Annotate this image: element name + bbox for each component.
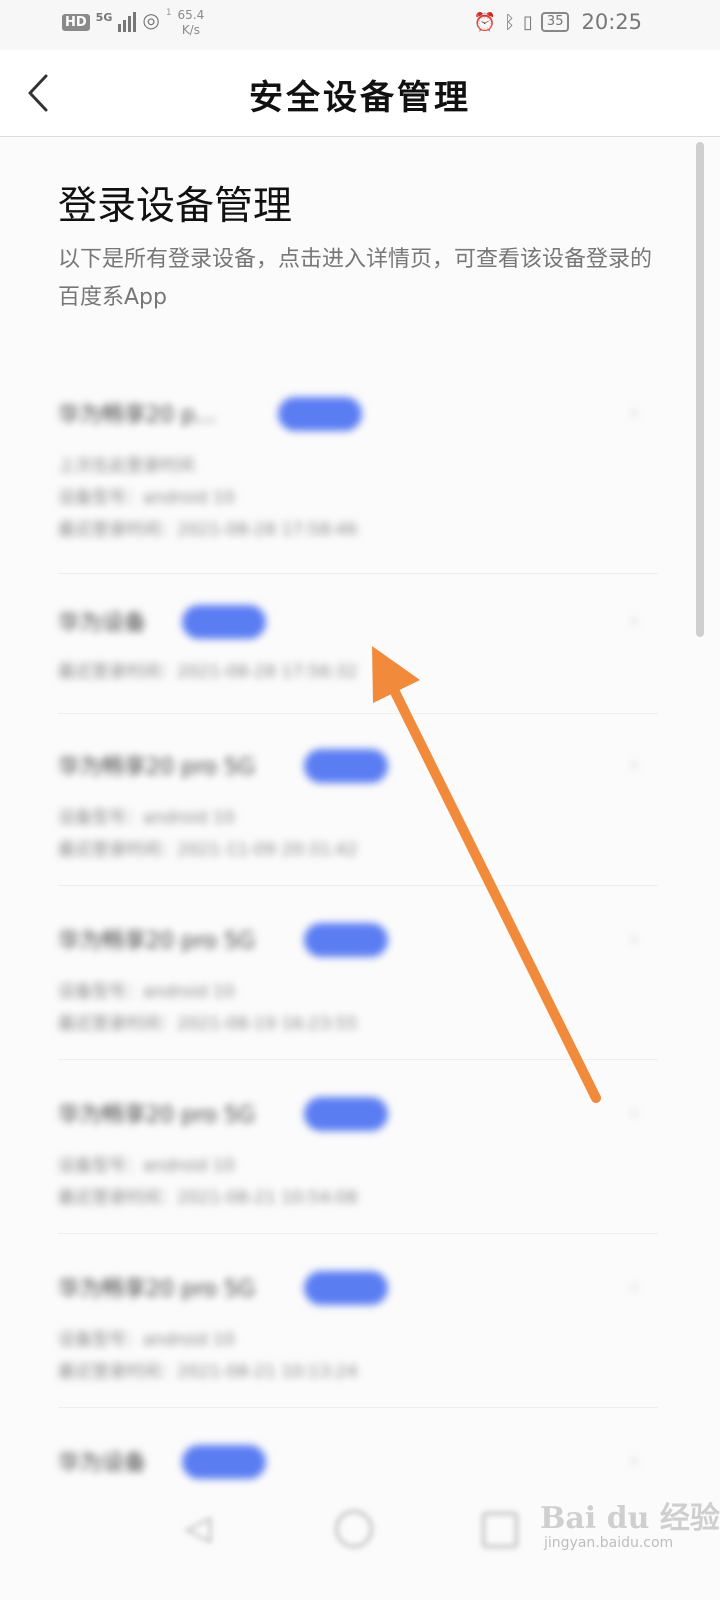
device-tag [304, 923, 388, 957]
scrollbar-thumb[interactable] [696, 142, 704, 637]
nav-recent-icon[interactable] [482, 1512, 518, 1548]
device-info-line: 设备型号：android 10 [58, 1156, 235, 1176]
chevron-right-icon: › [630, 609, 639, 634]
chevron-right-icon: › [630, 1101, 639, 1126]
device-info-line: 设备型号：android 10 [58, 488, 235, 508]
chevron-right-icon: › [630, 753, 639, 778]
watermark-url: jingyan.baidu.com [544, 1535, 674, 1551]
vibrate-icon: ▯ [523, 11, 533, 33]
hotspot-icon: ◎ [142, 8, 160, 32]
chevron-right-icon: › [630, 1275, 639, 1300]
device-info-line: 最近登录时间：2021-11-09 20:31:42 [58, 840, 358, 860]
watermark-logo: Bai du 经验 [540, 1501, 720, 1536]
device-item[interactable]: 华为畅享20 pro 5G 设备型号：android 10 最近登录时间：202… [0, 1271, 720, 1391]
page-title: 安全设备管理 [249, 78, 471, 118]
nav-home-icon[interactable] [335, 1510, 373, 1548]
device-info-line: 最近登录时间：2021-08-21 10:54:08 [58, 1188, 358, 1208]
nav-back-icon[interactable]: ◁ [185, 1508, 211, 1548]
clock: 20:25 [581, 10, 642, 34]
device-tag [182, 1445, 266, 1479]
device-name: 华为设备 [58, 611, 147, 636]
battery-icon: 35 [540, 12, 570, 32]
device-info-line: 最近登录时间：2021-08-21 10:13:24 [58, 1362, 358, 1382]
device-name: 华为畅享20 pro 5G [58, 755, 256, 780]
5g-label: 5G [95, 11, 113, 24]
device-name: 华为畅享20 pro 5G [58, 1277, 256, 1302]
device-tag [182, 605, 266, 639]
signal-bars-icon [118, 10, 137, 32]
section-description: 以下是所有登录设备，点击进入详情页，可查看该设备登录的百度系App [58, 247, 653, 310]
bluetooth-icon: ᛒ [504, 11, 516, 33]
device-info-line: 设备型号：android 10 [58, 1330, 235, 1350]
app-header: 安全设备管理 [0, 50, 720, 137]
speed-value: 65.4 [177, 8, 205, 22]
device-info-line: 设备型号：android 10 [58, 808, 235, 828]
divider [58, 1059, 658, 1060]
network-speed: 65.4 K/s [178, 8, 205, 38]
device-tag [304, 1097, 388, 1131]
divider [58, 573, 658, 574]
watermark: Bai du 经验 jingyan.baidu.com [540, 1493, 720, 1551]
device-item[interactable]: 华为畅享20 pro 5G 设备型号：android 10 最近登录时间：202… [0, 923, 720, 1043]
device-info-line: 设备型号：android 10 [58, 982, 235, 1002]
device-tag [304, 749, 388, 783]
divider [58, 1233, 658, 1234]
status-bar: HD 5G ◎ 1 65.4 K/s ⏰ ᛒ ▯ 35 20:25 [0, 0, 720, 50]
hd-badge: HD [62, 14, 90, 31]
chevron-right-icon: › [630, 1449, 639, 1474]
speed-unit: K/s [181, 23, 200, 37]
device-info-line: 最近登录时间：2021-08-28 17:56:32 [58, 662, 358, 682]
device-item[interactable]: 华为畅享20 pro 5G 设备型号：android 10 最近登录时间：202… [0, 749, 720, 869]
main-content: 登录设备管理 以下是所有登录设备，点击进入详情页，可查看该设备登录的百度系App… [0, 137, 720, 1600]
device-item[interactable]: 华为畅享20 p... 上次在此登录时间 设备型号：android 10 最近登… [0, 397, 720, 567]
chevron-right-icon: › [630, 401, 639, 426]
device-name: 华为畅享20 p... [58, 403, 216, 428]
device-info-line: 最近登录时间：2021-08-19 16:23:55 [58, 1014, 358, 1034]
device-item[interactable]: 华为设备 最近登录时间：2021-08-28 17:56:32 › [0, 605, 720, 695]
device-info-line: 上次在此登录时间 [58, 456, 194, 476]
device-info-line: 最近登录时间：2021-08-28 17:58:46 [58, 520, 358, 540]
divider [58, 713, 658, 714]
section-title: 登录设备管理 [58, 184, 293, 229]
device-tag [278, 397, 362, 431]
divider [58, 885, 658, 886]
status-left: HD 5G ◎ 1 65.4 K/s [62, 8, 204, 38]
divider [58, 1407, 658, 1408]
speed-prefix: 1 [165, 8, 172, 18]
alarm-icon: ⏰ [473, 11, 497, 33]
status-right: ⏰ ᛒ ▯ 35 20:25 [474, 10, 642, 34]
device-name: 华为设备 [58, 1451, 147, 1476]
device-item[interactable]: 华为畅享20 pro 5G 设备型号：android 10 最近登录时间：202… [0, 1097, 720, 1217]
device-tag [304, 1271, 388, 1305]
device-name: 华为畅享20 pro 5G [58, 1103, 256, 1128]
device-name: 华为畅享20 pro 5G [58, 929, 256, 954]
chevron-right-icon: › [630, 927, 639, 952]
